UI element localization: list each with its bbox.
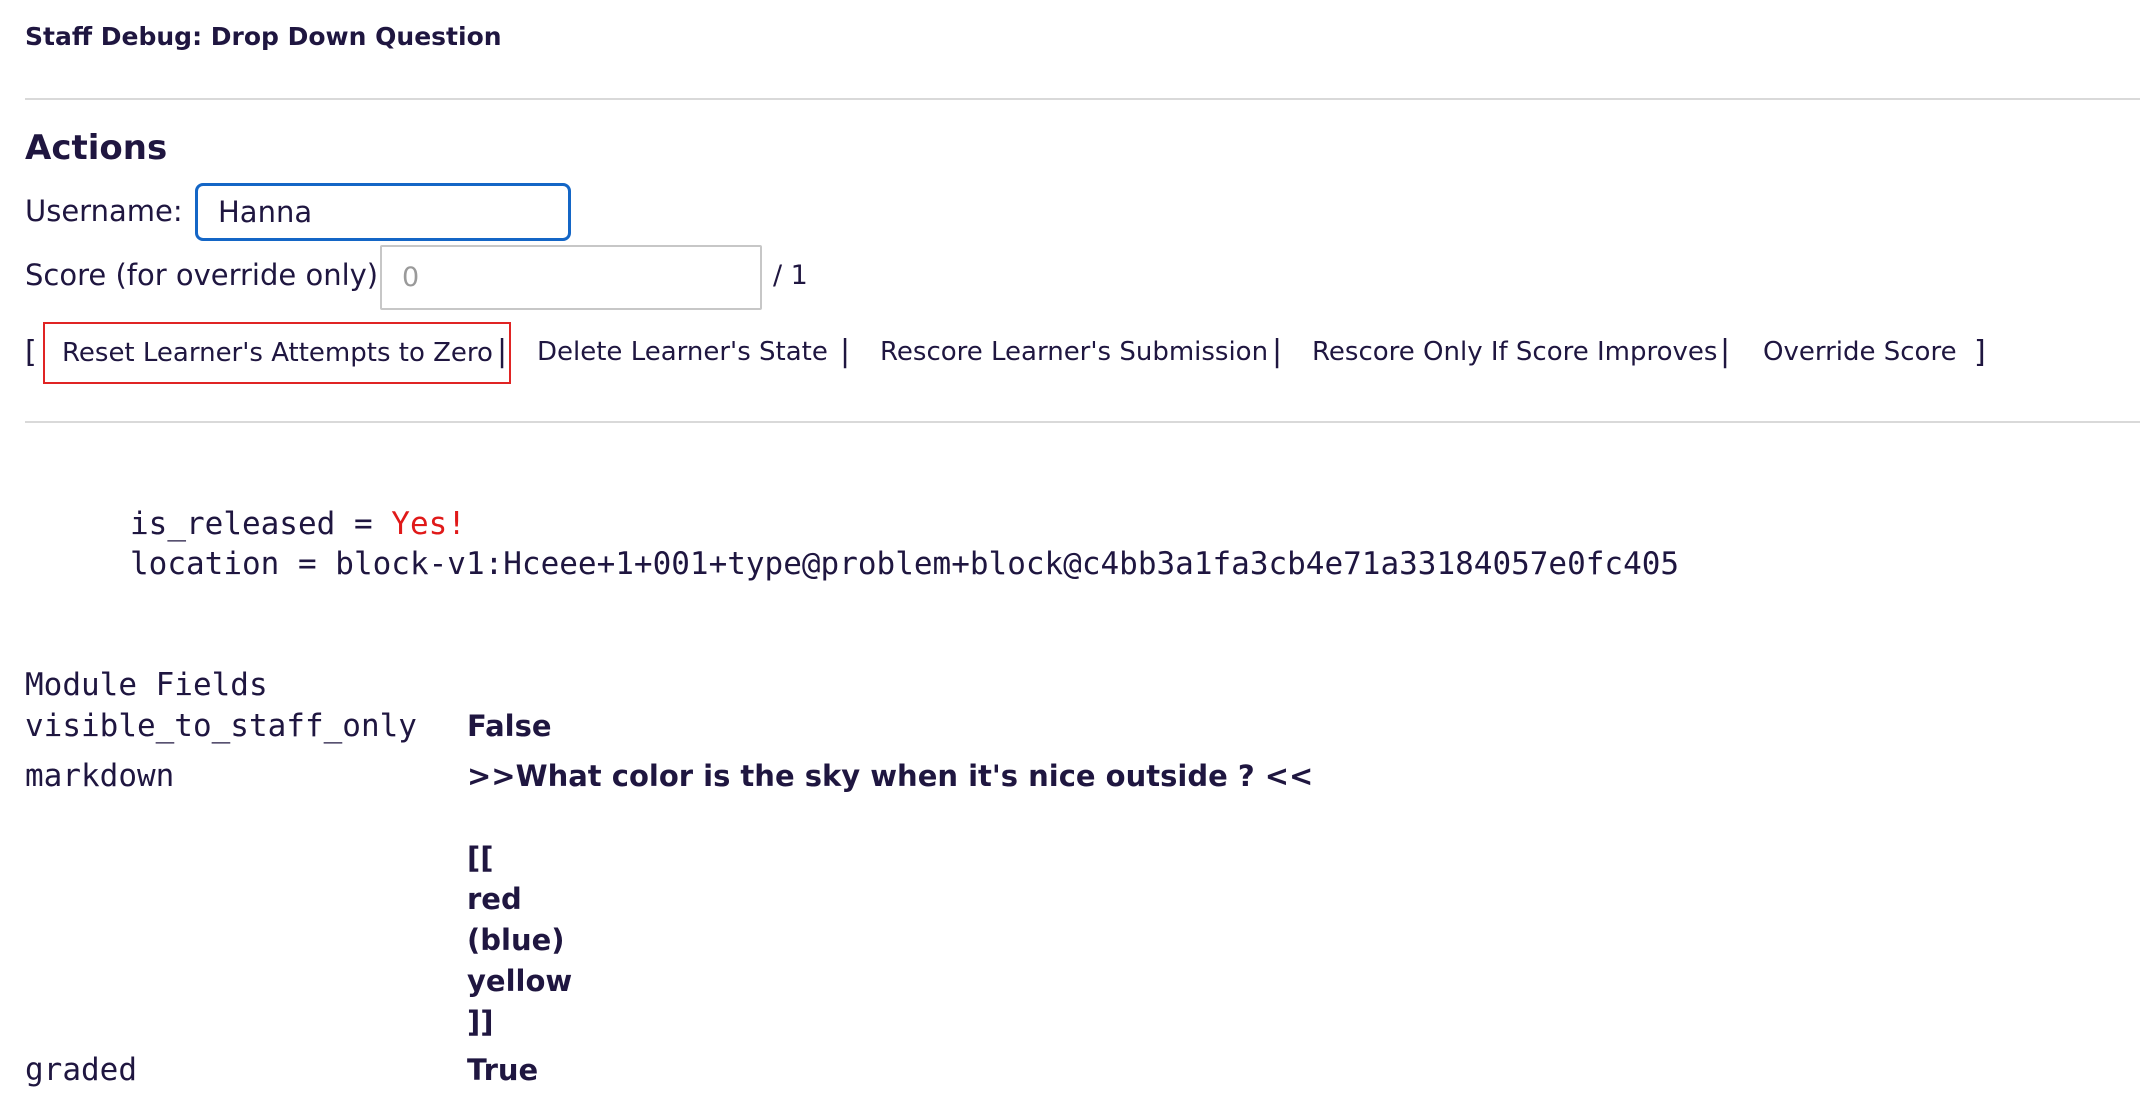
field-value: False	[467, 709, 552, 743]
rescore-submission-button[interactable]: Rescore Learner's Submission	[880, 337, 1268, 367]
bracket-close: ]	[1974, 335, 1986, 370]
username-input[interactable]	[195, 183, 571, 241]
actions-heading: Actions	[25, 128, 168, 168]
delete-state-button[interactable]: Delete Learner's State	[537, 337, 828, 367]
is-released-value: Yes!	[391, 506, 466, 542]
separator: |	[840, 334, 851, 369]
rescore-if-improves-button[interactable]: Rescore Only If Score Improves	[1312, 337, 1717, 367]
is-released-key: is_released =	[130, 506, 392, 542]
separator: |	[1272, 334, 1283, 369]
module-fields-heading: Module Fields	[25, 667, 268, 703]
divider	[25, 98, 2140, 100]
divider	[25, 421, 2140, 423]
is-released-line: is_released = Yes!	[130, 506, 466, 542]
actions-row: [ Reset Learner's Attempts to Zero | Del…	[25, 322, 2125, 384]
field-key: visible_to_staff_only	[25, 708, 417, 744]
bracket-open: [	[25, 335, 37, 370]
username-label: Username:	[25, 194, 183, 228]
override-score-button[interactable]: Override Score	[1763, 337, 1957, 367]
separator: |	[497, 334, 508, 369]
location-line: location = block-v1:Hceee+1+001+type@pro…	[130, 546, 1680, 582]
field-value: True	[467, 1053, 539, 1087]
panel-title: Staff Debug: Drop Down Question	[25, 22, 502, 51]
separator: |	[1720, 334, 1731, 369]
reset-attempts-button[interactable]: Reset Learner's Attempts to Zero	[43, 322, 511, 384]
field-key: graded	[25, 1052, 137, 1088]
field-key: markdown	[25, 758, 175, 794]
field-value: >>What color is the sky when it's nice o…	[467, 759, 1314, 1039]
score-input[interactable]	[380, 245, 762, 310]
score-max: / 1	[773, 260, 808, 291]
score-label: Score (for override only):	[25, 258, 388, 292]
